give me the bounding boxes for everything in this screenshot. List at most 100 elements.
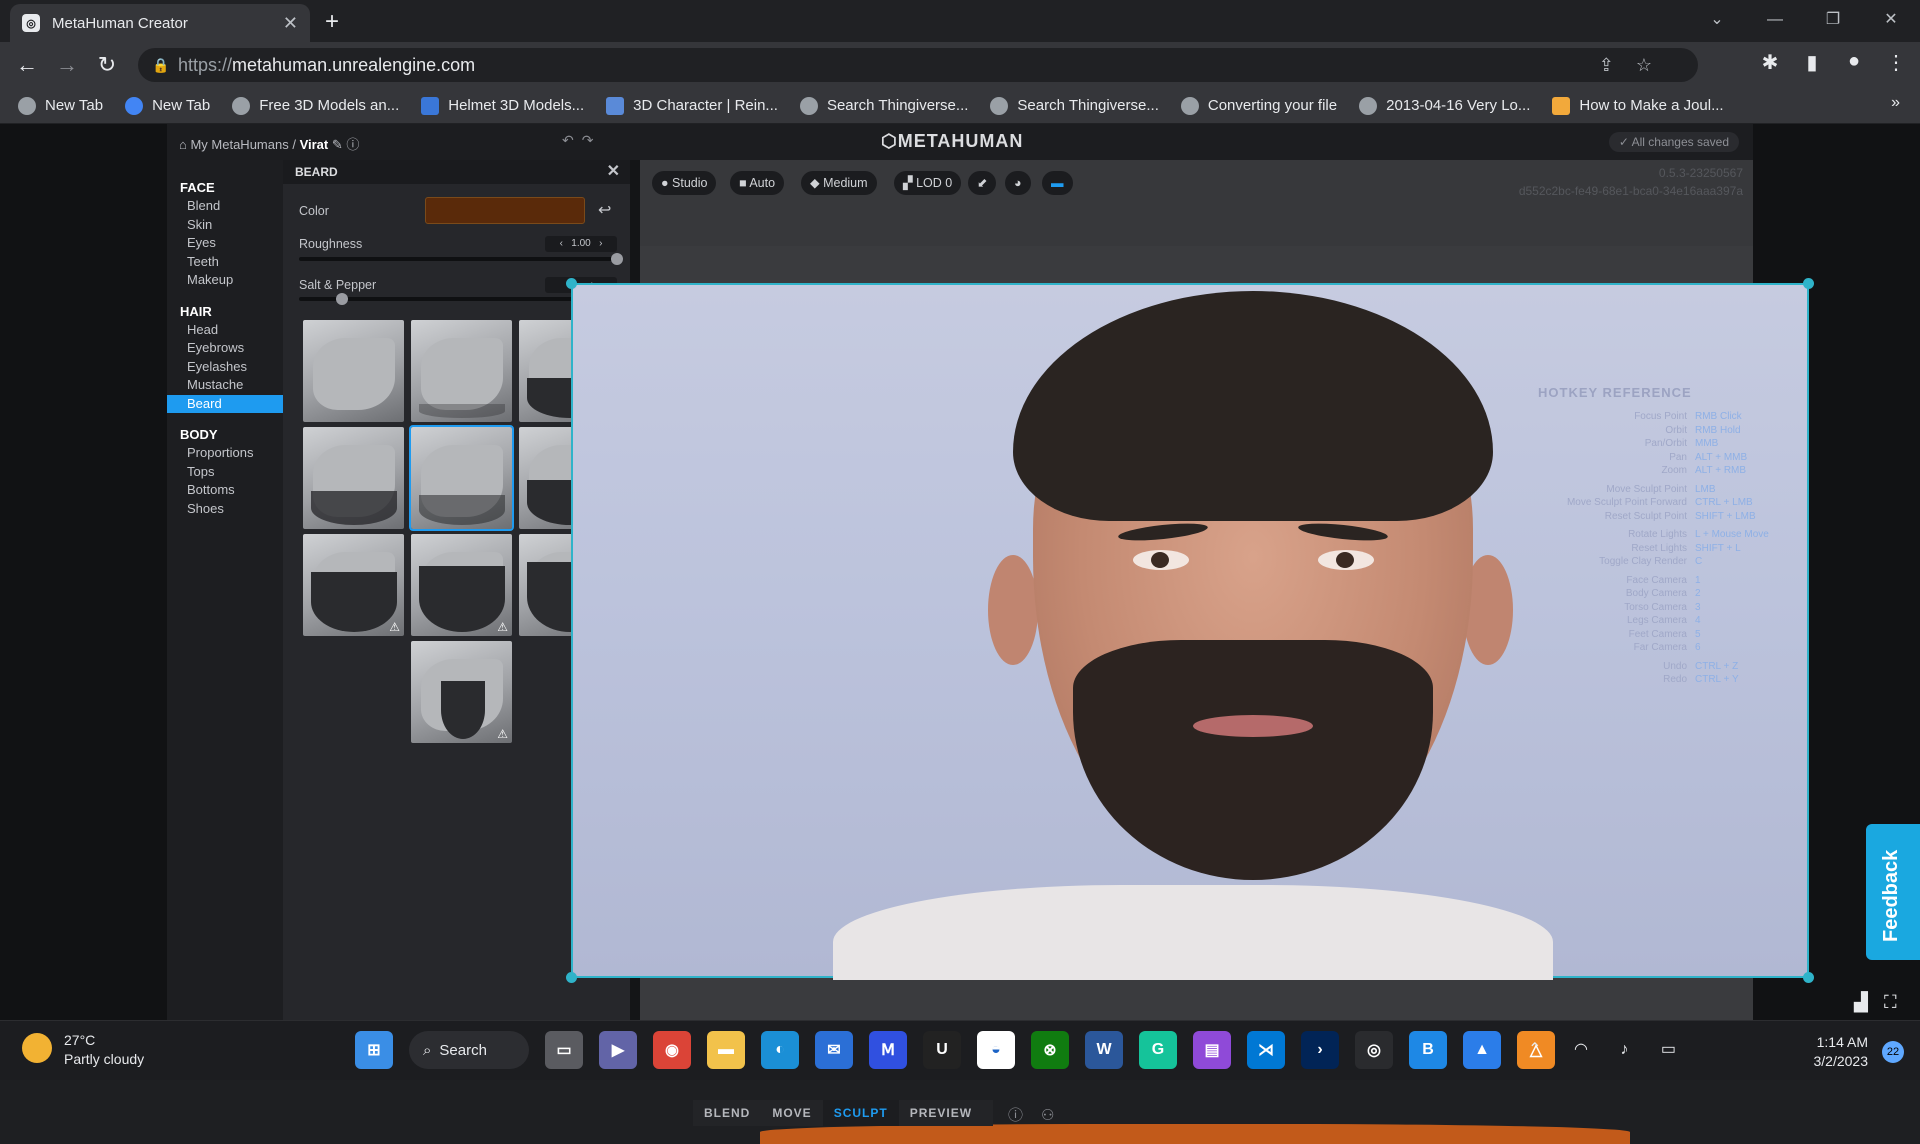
salt-pepper-slider-handle[interactable] <box>336 293 349 305</box>
share-and-bookmark-icons[interactable]: ⇪☆ <box>1599 48 1674 82</box>
beard-thumb[interactable]: ⚠ <box>303 534 404 636</box>
clay-render-icon[interactable]: ◕ <box>1005 171 1031 195</box>
color-swatch[interactable] <box>425 197 585 224</box>
powershell-icon[interactable]: › <box>1301 1031 1339 1069</box>
forward-icon[interactable]: → <box>52 50 82 80</box>
system-tray[interactable]: ⌃ ◠ ♪ ▭ <box>1528 1039 1690 1059</box>
bookmark-item[interactable]: New Tab <box>18 96 103 115</box>
nav-item-eyelashes[interactable]: Eyelashes <box>167 358 283 377</box>
nav-item-blend[interactable]: Blend <box>167 197 283 216</box>
visual-studio-icon[interactable]: Ⅿ <box>869 1031 907 1069</box>
address-bar[interactable]: 🔒 https://metahuman.unrealengine.com ⇪☆ <box>138 48 1698 82</box>
overlay-handle[interactable] <box>1803 278 1814 289</box>
beard-thumb[interactable]: ⚠ <box>411 534 512 636</box>
nav-item-eyes[interactable]: Eyes <box>167 234 283 253</box>
nav-item-mustache[interactable]: Mustache <box>167 376 283 395</box>
bookmark-item[interactable]: New Tab <box>125 96 210 115</box>
taskbar-search[interactable]: ⌕ Search <box>409 1031 529 1069</box>
undo-redo-icons[interactable]: ↶↷ <box>562 132 601 149</box>
beard-thumb[interactable] <box>303 427 404 529</box>
viewport-extra-icons[interactable]: ⓘ⚇ <box>1008 1104 1072 1125</box>
extensions-icon[interactable]: ✱ <box>1756 50 1784 75</box>
photos-icon[interactable]: ▲ <box>1463 1031 1501 1069</box>
overlay-handle[interactable] <box>566 972 577 983</box>
minimize-button[interactable]: — <box>1746 0 1804 42</box>
reference-image-overlay[interactable]: HOTKEY REFERENCE Focus Point RMB Click Orb… <box>566 278 1814 983</box>
tab-sculpt[interactable]: SCULPT <box>822 1100 899 1126</box>
browser-tab[interactable]: ◎ MetaHuman Creator ✕ <box>10 4 310 42</box>
lod-chip[interactable]: ▞ LOD 0 <box>894 171 962 195</box>
stats-icon[interactable]: ▟ <box>1854 992 1868 1013</box>
edit-name-icon[interactable]: ✎ <box>332 137 343 152</box>
camera-auto-chip[interactable]: ■ Auto <box>730 171 785 195</box>
clipchamp-icon[interactable]: ▤ <box>1193 1031 1231 1069</box>
beard-thumb[interactable] <box>411 320 512 422</box>
metahuman-app-icon[interactable]: ◎ <box>1355 1031 1393 1069</box>
notification-badge[interactable]: 22 <box>1882 1041 1904 1063</box>
file-explorer-icon[interactable]: ▬ <box>707 1031 745 1069</box>
help-icon[interactable]: ⓘ <box>346 137 359 152</box>
clock[interactable]: 1:14 AM 3/2/2023 <box>1814 1033 1869 1071</box>
quality-medium-chip[interactable]: ◆ Medium <box>801 171 877 195</box>
nav-item-beard[interactable]: Beard <box>167 394 283 413</box>
more-bookmarks-icon[interactable]: » <box>1891 94 1900 112</box>
nav-item-makeup[interactable]: Makeup <box>167 271 283 290</box>
nav-item-shoes[interactable]: Shoes <box>167 500 283 519</box>
lighting-studio-chip[interactable]: ● Studio <box>652 171 717 195</box>
restore-button[interactable]: ❐ <box>1804 0 1862 42</box>
edge-icon[interactable]: ◐ <box>761 1031 799 1069</box>
bookmark-item[interactable]: Free 3D Models an... <box>232 96 399 115</box>
word-icon[interactable]: W <box>1085 1031 1123 1069</box>
breadcrumb-root[interactable]: My MetaHumans / <box>190 137 295 152</box>
nav-item-skin[interactable]: Skin <box>167 216 283 235</box>
bookmark-item[interactable]: Converting your file <box>1180 96 1337 115</box>
beard-thumb-selected[interactable] <box>409 425 514 531</box>
close-window-button[interactable]: ✕ <box>1862 0 1920 42</box>
roughness-slider-handle[interactable] <box>611 253 623 265</box>
roughness-slider[interactable] <box>299 257 617 261</box>
profile-avatar[interactable]: ● <box>1840 50 1868 75</box>
menu-icon[interactable]: ⋮ <box>1882 50 1910 75</box>
beard-thumb[interactable]: ⚠ <box>411 641 512 743</box>
nav-item-proportions[interactable]: Proportions <box>167 444 283 463</box>
roughness-stepper[interactable]: ‹ 1.00 › <box>545 236 617 252</box>
unreal-icon[interactable]: U <box>923 1031 961 1069</box>
word-online-icon[interactable]: ◒ <box>977 1031 1015 1069</box>
nav-item-tops[interactable]: Tops <box>167 463 283 482</box>
bookmark-item[interactable]: Search Thingiverse... <box>990 96 1159 115</box>
side-panel-icon[interactable]: ▮ <box>1798 50 1826 75</box>
bookmark-item[interactable]: 3D Character | Rein... <box>606 96 778 115</box>
teams-icon[interactable]: ▶ <box>599 1031 637 1069</box>
tab-preview[interactable]: PREVIEW <box>899 1100 983 1126</box>
chrome-icon[interactable]: ◉ <box>653 1031 691 1069</box>
nav-item-teeth[interactable]: Teeth <box>167 253 283 272</box>
beard-thumb[interactable] <box>303 320 404 422</box>
close-tab-icon[interactable]: ✕ <box>283 13 298 34</box>
brush-icon[interactable]: ⬋ <box>968 171 997 195</box>
bookmark-item[interactable]: 2013-04-16 Very Lo... <box>1359 96 1530 115</box>
mail-icon[interactable]: ✉ <box>815 1031 853 1069</box>
reset-color-icon[interactable]: ↩ <box>598 200 611 220</box>
fullscreen-icon[interactable]: ⛶ <box>1884 992 1897 1013</box>
tab-move[interactable]: MOVE <box>761 1100 822 1126</box>
feedback-button[interactable]: Feedback <box>1866 824 1920 960</box>
vscode-icon[interactable]: ⋊ <box>1247 1031 1285 1069</box>
bookmark-item[interactable]: Helmet 3D Models... <box>421 96 584 115</box>
new-tab-button[interactable]: + <box>325 8 339 36</box>
home-icon[interactable]: ⌂ <box>179 137 190 152</box>
app-b-icon[interactable]: B <box>1409 1031 1447 1069</box>
bookmark-item[interactable]: How to Make a Joul... <box>1552 96 1724 115</box>
back-icon[interactable]: ← <box>12 50 42 80</box>
nav-item-eyebrows[interactable]: Eyebrows <box>167 339 283 358</box>
tab-blend[interactable]: BLEND <box>693 1100 761 1126</box>
overlay-handle[interactable] <box>1803 972 1814 983</box>
overlay-toggle-icon[interactable]: ▬ <box>1042 171 1073 195</box>
tab-search-icon[interactable]: ⌄ <box>1688 0 1746 42</box>
nav-item-head[interactable]: Head <box>167 321 283 340</box>
overlay-handle[interactable] <box>566 278 577 289</box>
bookmark-item[interactable]: Search Thingiverse... <box>799 96 968 115</box>
reload-icon[interactable]: ↻ <box>92 50 122 80</box>
close-panel-icon[interactable]: ✕ <box>607 160 620 184</box>
grammarly-icon[interactable]: G <box>1139 1031 1177 1069</box>
xbox-icon[interactable]: ⊗ <box>1031 1031 1069 1069</box>
